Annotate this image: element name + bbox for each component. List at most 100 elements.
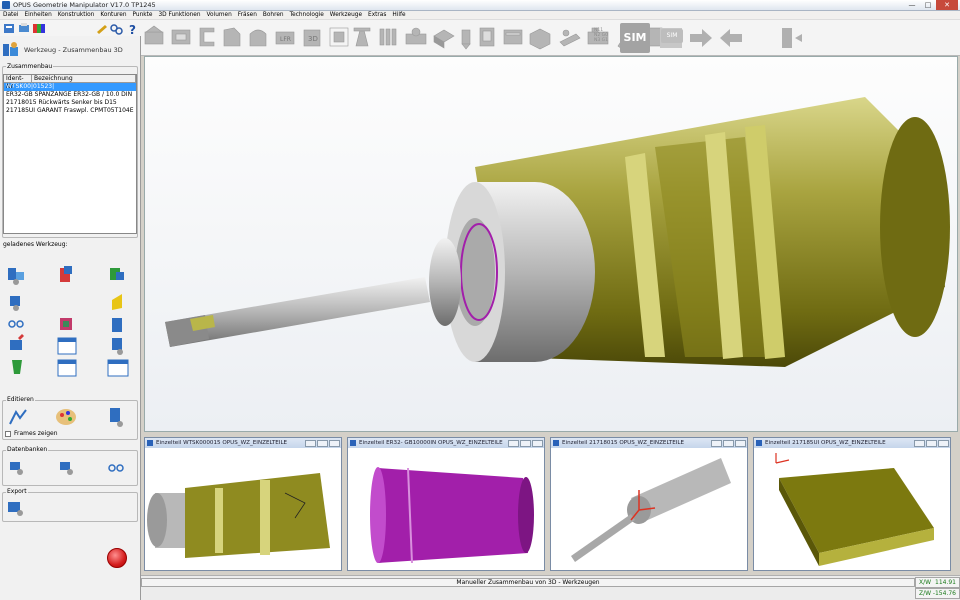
- minimize-button[interactable]: [508, 439, 519, 447]
- pattern-icon: [379, 28, 397, 46]
- status-bar: Manueller Zusammenbau von 3D - Werkzeuge…: [141, 575, 960, 600]
- export-group-label: Export: [6, 488, 28, 495]
- col-ident[interactable]: Ident- Nr.: [4, 75, 32, 90]
- insert-yellow-icon: [112, 294, 122, 310]
- database-group-label: Datenbanken: [6, 446, 49, 453]
- part-window-icon: [553, 440, 559, 446]
- z-value: -154.76: [932, 590, 956, 597]
- menu-volumen[interactable]: Volumen: [204, 12, 235, 18]
- tool-blue-icon: [112, 318, 122, 332]
- nc-code-button[interactable]: N11 N2 G0 N3 G1: [594, 28, 618, 50]
- minimize-button[interactable]: [711, 439, 722, 447]
- grid-icon: [107, 359, 129, 377]
- maximize-button[interactable]: [723, 439, 734, 447]
- assembly-3d-icon: [3, 42, 18, 56]
- maximize-button[interactable]: [520, 439, 531, 447]
- status-message: Manueller Zusammenbau von 3D - Werkzeuge…: [141, 578, 915, 587]
- menu-bohren[interactable]: Bohren: [260, 12, 287, 18]
- close-button[interactable]: [938, 439, 949, 447]
- edit-group-label: Editieren: [6, 396, 35, 403]
- table-row[interactable]: 217185UI GARANT Fraswpl. CPMT05T104E: [4, 107, 136, 115]
- tool-assembly-icon: [8, 268, 24, 285]
- new-view-icon: [4, 24, 14, 33]
- cube-icon: [529, 28, 551, 50]
- main-3d-viewport[interactable]: [144, 56, 958, 432]
- frame-edit-icon: [9, 409, 27, 425]
- insert-render: [775, 453, 934, 566]
- table-row[interactable]: ER32-GB SPANZANGE ER32-GB / 10.0 DIN: [4, 91, 136, 99]
- quick-icons-row: ?: [4, 23, 136, 36]
- menu-fraesen[interactable]: Fräsen: [235, 12, 260, 18]
- part-window-1-titlebar: Einzelteil WTSK000015 OPUS_WZ_EINZELTEIL…: [145, 438, 341, 448]
- export-icon[interactable]: [6, 498, 30, 518]
- part-window-1[interactable]: Einzelteil WTSK000015 OPUS_WZ_EINZELTEIL…: [144, 437, 342, 571]
- part-window-3[interactable]: Einzelteil 21718015 OPUS_WZ_EINZELTEILE: [550, 437, 748, 571]
- sim-button[interactable]: SIM: [620, 23, 650, 53]
- tool-key-icon: [97, 25, 107, 34]
- part-window-3-title: Einzelteil 21718015 OPUS_WZ_EINZELTEILE: [562, 440, 685, 446]
- link-icon: [110, 24, 123, 35]
- z-label: Z/W: [919, 590, 932, 597]
- minimize-button[interactable]: —: [904, 0, 920, 10]
- chip-icon: [60, 318, 72, 330]
- lathe-icon: LFR: [275, 31, 295, 45]
- close-button[interactable]: [329, 439, 340, 447]
- contour-icon: [171, 29, 191, 45]
- maximize-button[interactable]: □: [920, 0, 936, 10]
- close-button[interactable]: [735, 439, 746, 447]
- menu-konstruktion[interactable]: Konstruktion: [55, 12, 98, 18]
- sim-run-button[interactable]: SIM: [661, 29, 683, 43]
- palette-icon: [56, 409, 76, 425]
- stack-icon: [559, 29, 581, 47]
- menu-3d-funktionen[interactable]: 3D Funktionen: [155, 12, 203, 18]
- exit-door-icon: [782, 28, 802, 48]
- part-window-1-title: Einzelteil WTSK000015 OPUS_WZ_EINZELTEIL…: [156, 440, 288, 446]
- minimize-button[interactable]: [914, 439, 925, 447]
- help-icon: ?: [129, 23, 136, 36]
- close-button[interactable]: ✕: [936, 0, 958, 10]
- menu-werkzeuge[interactable]: Werkzeuge: [327, 12, 365, 18]
- exit-icon[interactable]: [107, 548, 127, 568]
- menu-technologie[interactable]: Technologie: [287, 12, 327, 18]
- part-window-4[interactable]: Einzelteil 217185UI OPUS_WZ_EINZELTEILE: [753, 437, 951, 571]
- function-icons-svg: LFR 3D: [144, 25, 802, 51]
- menu-extras[interactable]: Extras: [365, 12, 389, 18]
- frames-checkbox[interactable]: [5, 430, 11, 437]
- sidebar: Werkzeug - Zusammenbau 3D Zusammenbau Id…: [0, 36, 141, 600]
- tool-assembly-3d-render: [165, 97, 950, 367]
- maximize-button[interactable]: [926, 439, 937, 447]
- bracket-icon: [199, 27, 215, 47]
- part-window-2[interactable]: Einzelteil ER32- GB10000IN OPUS_WZ_EINZE…: [347, 437, 545, 571]
- x-value: 114.91: [935, 579, 956, 586]
- glasses-icon: [8, 320, 24, 328]
- menu-hilfe[interactable]: Hilfe: [389, 12, 408, 18]
- x-label: X/W: [919, 579, 932, 586]
- table-row[interactable]: 21718015 Rückwärts Senker bis D15: [4, 99, 136, 107]
- table-row[interactable]: WTSK00|01523|: [4, 83, 136, 91]
- color-icon: [33, 24, 45, 33]
- crane-icon: [353, 27, 371, 47]
- arc-icon: [249, 29, 267, 47]
- menu-konturen[interactable]: Konturen: [97, 12, 129, 18]
- menu-punkte[interactable]: Punkte: [130, 12, 156, 18]
- sidebar-header: Werkzeug - Zusammenbau 3D: [2, 40, 139, 60]
- part-window-icon: [147, 440, 153, 446]
- close-button[interactable]: [532, 439, 543, 447]
- minimize-button[interactable]: [305, 439, 316, 447]
- fixture-view-icon: [479, 27, 495, 47]
- part-window-4-title: Einzelteil 217185UI OPUS_WZ_EINZELTEILE: [765, 440, 886, 446]
- app-icon: [2, 1, 10, 9]
- db-holder-icon: [60, 462, 73, 475]
- frames-checkbox-row[interactable]: Frames zeigen: [5, 430, 58, 437]
- menu-einheiten[interactable]: Einheiten: [21, 12, 54, 18]
- z-coordinate: Z/W -154.76: [915, 588, 960, 599]
- svg-text:3D: 3D: [308, 35, 318, 43]
- frames-label: Frames zeigen: [14, 430, 58, 437]
- col-bezeichnung[interactable]: Bezeichnung: [32, 75, 136, 82]
- menu-datei[interactable]: Datei: [0, 12, 21, 18]
- part-window-4-titlebar: Einzelteil 217185UI OPUS_WZ_EINZELTEILE: [754, 438, 950, 448]
- svg-text:LFR: LFR: [280, 36, 291, 43]
- sidebar-title: Werkzeug - Zusammenbau 3D: [24, 46, 123, 54]
- maximize-button[interactable]: [317, 439, 328, 447]
- arrow-right-icon: [690, 29, 712, 47]
